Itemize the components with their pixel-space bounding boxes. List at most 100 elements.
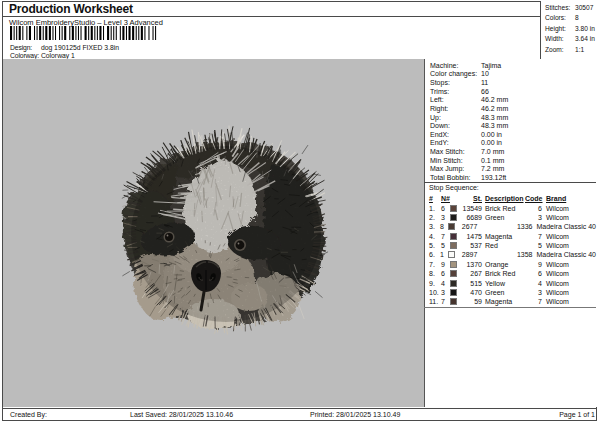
cell-stitches: 470 <box>461 289 482 296</box>
cell-description: Yellow <box>482 280 525 287</box>
cell-code: 5 <box>525 242 542 249</box>
spec-value: 0.00 in <box>481 139 502 146</box>
cell-swatch <box>450 233 461 240</box>
spec-label: EndY: <box>430 139 481 146</box>
spec-row: Trims:66 <box>425 87 597 96</box>
spec-label: Total Bobbin: <box>430 174 481 181</box>
cell-code: 7 <box>525 298 542 305</box>
cell-swatch <box>450 298 461 305</box>
thread-color-swatch <box>450 214 457 221</box>
cell-stitches: 267 <box>461 270 482 277</box>
cell-thread: 6 <box>441 205 450 212</box>
spec-label: Down: <box>430 122 481 129</box>
cell-brand: Madeira Classic 40 <box>532 251 596 258</box>
cell-thread: 5 <box>441 242 450 249</box>
cell-description: Brick Red <box>482 205 525 212</box>
table-row: 9.4515Yellow4Wilcom <box>424 278 596 287</box>
cell-thread: 3 <box>441 214 450 221</box>
title-divider <box>2 16 540 17</box>
spec-row: Total Bobbin:193.12ft <box>425 173 597 182</box>
spec-label: Left: <box>430 96 481 103</box>
cell-description: Green <box>482 214 525 221</box>
info-row: Height:3.80 in <box>541 25 597 35</box>
cell-description: Red <box>482 242 525 249</box>
cell-number: 10. <box>429 289 441 296</box>
spec-row: Color changes:10 <box>425 70 597 79</box>
stop-sequence-header: #N#St.DescriptionCodeBrand <box>424 194 596 203</box>
cell-code: 6 <box>525 270 542 277</box>
thread-color-swatch <box>450 280 457 287</box>
spec-row: Max Jump:7.2 mm <box>425 165 597 174</box>
cell-code: 1358 <box>517 251 533 258</box>
design-row: Design: dog 190125d FIXED 3.8in <box>10 44 119 51</box>
cell-description: Orange <box>482 261 525 268</box>
table-bottom-divider <box>424 307 596 308</box>
spec-row: EndY:0.00 in <box>425 139 597 148</box>
cell-code: 3 <box>525 289 542 296</box>
spec-value: 66 <box>481 88 489 95</box>
cell-swatch <box>450 205 461 212</box>
cell-thread: 4 <box>441 280 450 287</box>
cell-brand: Wilcom <box>542 233 569 240</box>
spec-label: Color changes: <box>430 70 481 77</box>
table-row: 11.759Magenta7Wilcom <box>424 297 596 306</box>
thread-color-swatch <box>448 251 455 258</box>
printed: Printed: 28/01/2025 13.10.49 <box>310 411 400 418</box>
info-value: 3.64 in <box>575 35 595 45</box>
col-number: # <box>429 195 441 202</box>
embroidered-dog-design <box>113 129 339 343</box>
cell-swatch <box>450 261 461 268</box>
thread-color-swatch <box>450 289 457 296</box>
info-label: Stitches: <box>545 4 575 14</box>
thread-color-swatch <box>450 298 457 305</box>
cell-stitches: 13549 <box>461 205 482 212</box>
cell-stitches: 59 <box>461 298 482 305</box>
cell-description: Brick Red <box>482 270 525 277</box>
table-row: 2.36689Green3Wilcom <box>424 213 596 222</box>
created-by-label: Created By: <box>10 411 47 418</box>
spec-value: 11 <box>481 79 488 86</box>
info-row: Colors:8 <box>541 14 597 24</box>
cell-swatch <box>450 242 461 249</box>
cell-swatch <box>448 223 458 230</box>
table-row: 6.128971358Madeira Classic 40 <box>424 250 596 259</box>
page-number: Page 1 of 1 <box>559 411 595 418</box>
spec-label: Right: <box>430 105 481 112</box>
cell-code: 7 <box>525 233 542 240</box>
last-saved: Last Saved: 28/01/2025 13.10.46 <box>130 411 233 418</box>
cell-thread: 3 <box>441 289 450 296</box>
cell-thread: 1 <box>440 251 448 258</box>
cell-swatch <box>450 270 461 277</box>
info-value: 1:1 <box>575 46 584 56</box>
col-brand: Brand <box>542 195 566 202</box>
info-label: Zoom: <box>545 46 575 56</box>
spec-value: 7.2 mm <box>481 165 504 172</box>
thread-color-swatch <box>450 261 457 268</box>
page-border-bottom <box>2 420 597 421</box>
cell-stitches: 2897 <box>458 251 477 258</box>
info-label: Height: <box>545 25 575 35</box>
cell-stitches: 6689 <box>461 214 482 221</box>
table-row: 7.91370Orange9Wilcom <box>424 260 596 269</box>
cell-thread: 8 <box>440 223 448 230</box>
stop-sequence-rows: 1.613549Brick Red6Wilcom2.36689Green3Wil… <box>424 204 596 307</box>
table-row: 8.6267Brick Red6Wilcom <box>424 269 596 278</box>
spec-label: Machine: <box>430 62 481 69</box>
spec-value: 193.12ft <box>481 174 506 181</box>
cell-description: Green <box>482 289 525 296</box>
table-row: 5.5537Red5Wilcom <box>424 241 596 250</box>
cell-description: Magenta <box>482 298 525 305</box>
spec-row: Stops:11 <box>425 78 597 87</box>
spec-value: 46.2 mm <box>481 105 508 112</box>
cell-thread: 7 <box>441 233 450 240</box>
spec-label: Max Stitch: <box>430 148 481 155</box>
cell-stitches: 537 <box>461 242 482 249</box>
cell-stitches: 1475 <box>461 233 482 240</box>
design-canvas <box>3 59 424 407</box>
colorway-label: Colorway: <box>10 52 39 59</box>
cell-brand: Wilcom <box>542 214 569 221</box>
info-label: Width: <box>545 35 575 45</box>
spec-row: Min Stitch:0.1 mm <box>425 156 597 165</box>
thread-color-swatch <box>450 205 457 212</box>
spec-row: Machine:Tajima <box>425 61 597 70</box>
